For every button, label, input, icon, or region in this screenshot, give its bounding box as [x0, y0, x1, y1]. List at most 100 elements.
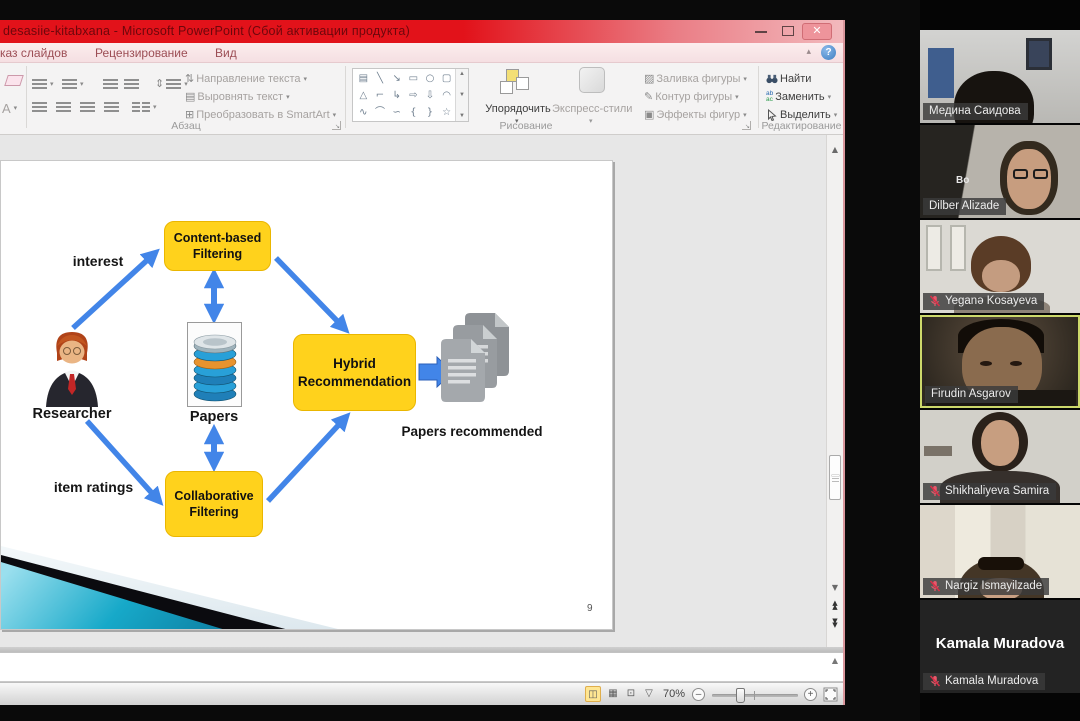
tab-view[interactable]: Вид — [215, 46, 237, 60]
clear-formatting-icon[interactable] — [4, 75, 24, 86]
background-object — [924, 446, 952, 456]
font-color-button[interactable]: A — [2, 99, 17, 117]
papers-stack-icon[interactable] — [439, 311, 511, 419]
shape-rounded-rect-icon[interactable]: ▢ — [438, 70, 455, 87]
bullets-button[interactable] — [32, 75, 54, 93]
scroll-up-icon[interactable]: ▲ — [827, 145, 843, 154]
reading-view-button[interactable]: ⊡ — [623, 686, 639, 702]
fit-to-window-button[interactable] — [823, 687, 838, 702]
shape-curve-icon[interactable]: ∽ — [388, 104, 405, 121]
zoom-in-button[interactable]: + — [804, 688, 817, 701]
zoom-slider-thumb[interactable] — [736, 688, 745, 703]
participant-tile[interactable]: Shikhaliyeva Samira — [920, 410, 1080, 503]
justify-icon — [104, 102, 119, 113]
shapes-gallery[interactable]: ▤ ╲ ↘ ▭ ○ ▢ △ ⌐ ↳ ⇨ ⇩ ◠ ∿ ⌒ ∽ { } — [352, 68, 469, 122]
participant-name-tag: Shikhaliyeva Samira — [923, 483, 1056, 500]
content-based-filtering-box[interactable]: Content-based Filtering — [164, 221, 271, 271]
zoom-out-button[interactable]: – — [692, 688, 705, 701]
shape-outline-button[interactable]: ✎ Контур фигуры — [644, 88, 739, 106]
find-button[interactable]: Найти — [766, 70, 811, 88]
notes-scroll-up-icon[interactable]: ▲ — [832, 656, 838, 665]
participant-tile[interactable]: Bo Dilber Alizade — [920, 125, 1080, 218]
shape-scribble-icon[interactable]: ∿ — [355, 104, 372, 121]
mic-muted-icon — [929, 675, 941, 687]
papers-database-icon[interactable] — [187, 322, 242, 407]
slide-canvas[interactable]: Content-based Filtering Hybrid Recommend… — [0, 160, 613, 630]
shape-elbow-arrow-icon[interactable]: ↳ — [388, 87, 405, 104]
justify-button[interactable] — [104, 98, 119, 116]
participant-tile[interactable]: Yeganə Kosayeva — [920, 220, 1080, 313]
previous-slide-button[interactable]: ▲▲ — [827, 601, 843, 609]
bullet-list-icon — [32, 79, 47, 90]
paragraph-dialog-launcher[interactable] — [332, 121, 341, 130]
status-bar: ◫ ▦ ⊡ ▽ 70% – + — [0, 682, 843, 705]
hybrid-recommendation-box[interactable]: Hybrid Recommendation — [293, 334, 416, 411]
tab-slideshow[interactable]: каз слайдов — [0, 46, 67, 60]
zoom-slider[interactable] — [712, 694, 798, 697]
line-spacing-icon: ⇕ — [155, 78, 164, 90]
minimize-button[interactable] — [755, 31, 767, 33]
align-left-button[interactable] — [32, 98, 47, 116]
researcher-icon[interactable] — [43, 329, 101, 407]
shape-block-arrow-down-icon[interactable]: ⇩ — [422, 87, 439, 104]
shape-block-arrow-right-icon[interactable]: ⇨ — [405, 87, 422, 104]
participant-tile[interactable]: Nargiz Ismayilzade — [920, 505, 1080, 598]
normal-view-button[interactable]: ◫ — [585, 686, 601, 702]
decrease-indent-button[interactable] — [103, 75, 118, 93]
participant-tile-active[interactable]: Firudin Asgarov — [920, 315, 1080, 408]
line-spacing-button[interactable]: ⇕ — [155, 75, 188, 93]
help-button[interactable]: ? — [821, 45, 836, 60]
window-frame — [926, 225, 942, 271]
collapse-ribbon-icon[interactable]: ▴ — [806, 47, 811, 57]
replace-button[interactable]: abac Заменить — [766, 88, 831, 106]
zoom-level[interactable]: 70% — [663, 688, 685, 700]
shape-rectangle-icon[interactable]: ▭ — [405, 70, 422, 87]
glasses — [1033, 169, 1048, 179]
shape-brace-right-icon[interactable]: } — [422, 104, 439, 121]
papers-recommended-label: Papers recommended — [397, 424, 547, 439]
columns-button[interactable] — [132, 98, 157, 116]
participant-name-tag: Yeganə Kosayeva — [923, 293, 1044, 310]
participant-tile[interactable]: Kamala Muradova Kamala Muradova — [920, 600, 1080, 693]
shape-line-icon[interactable]: ╲ — [372, 70, 389, 87]
shape-fill-button[interactable]: ▨ Заливка фигуры — [644, 70, 747, 88]
shape-triangle-icon[interactable]: △ — [355, 87, 372, 104]
restore-button[interactable] — [782, 26, 794, 36]
align-right-icon — [80, 102, 95, 113]
person-silhouette — [1007, 149, 1051, 209]
shape-chord-icon[interactable]: ◠ — [438, 87, 455, 104]
notes-pane[interactable]: ▲ — [0, 652, 843, 682]
person-silhouette — [981, 420, 1019, 466]
vertical-scrollbar[interactable]: ▲ ▼ ▲▲ ▼▼ — [826, 135, 843, 647]
scroll-down-icon[interactable]: ▼ — [827, 583, 843, 592]
next-slide-button[interactable]: ▼▼ — [827, 619, 843, 627]
shapes-gallery-scroll[interactable]: ▲▼▼ — [455, 69, 468, 121]
shape-arrow-icon[interactable]: ↘ — [388, 70, 405, 87]
close-button[interactable]: ✕ — [802, 23, 832, 40]
shape-elbow-icon[interactable]: ⌐ — [372, 87, 389, 104]
participant-tile[interactable]: Медина Саидова — [920, 30, 1080, 123]
increase-indent-button[interactable] — [124, 75, 139, 93]
tab-review[interactable]: Рецензирование — [95, 46, 188, 60]
shape-outline-icon: ✎ — [644, 91, 653, 103]
slide-sorter-view-button[interactable]: ▦ — [605, 686, 621, 702]
title-bar: desasiie-kitabxana - Microsoft PowerPoin… — [0, 20, 843, 43]
text-direction-button[interactable]: ⇅ Направление текста — [185, 70, 307, 88]
numbering-button[interactable] — [62, 75, 84, 93]
researcher-label: Researcher — [13, 406, 131, 422]
scrollbar-thumb[interactable] — [829, 455, 841, 500]
align-center-button[interactable] — [56, 98, 71, 116]
drawing-dialog-launcher[interactable] — [742, 121, 751, 130]
slideshow-view-button[interactable]: ▽ — [641, 686, 657, 702]
shape-oval-icon[interactable]: ○ — [422, 70, 439, 87]
shape-textbox-icon[interactable]: ▤ — [355, 70, 372, 87]
shape-star-icon[interactable]: ☆ — [438, 104, 455, 121]
shape-brace-left-icon[interactable]: { — [405, 104, 422, 121]
align-right-button[interactable] — [80, 98, 95, 116]
ribbon: A ⇕ ⇅ Направление текста ▤ Выровнять тек… — [0, 63, 843, 135]
align-text-button[interactable]: ▤ Выровнять текст — [185, 88, 290, 106]
align-center-icon — [56, 102, 71, 113]
shape-arc-icon[interactable]: ⌒ — [372, 104, 389, 121]
collaborative-filtering-box[interactable]: Collaborative Filtering — [165, 471, 263, 537]
participant-display-name: Kamala Muradova — [920, 635, 1080, 652]
